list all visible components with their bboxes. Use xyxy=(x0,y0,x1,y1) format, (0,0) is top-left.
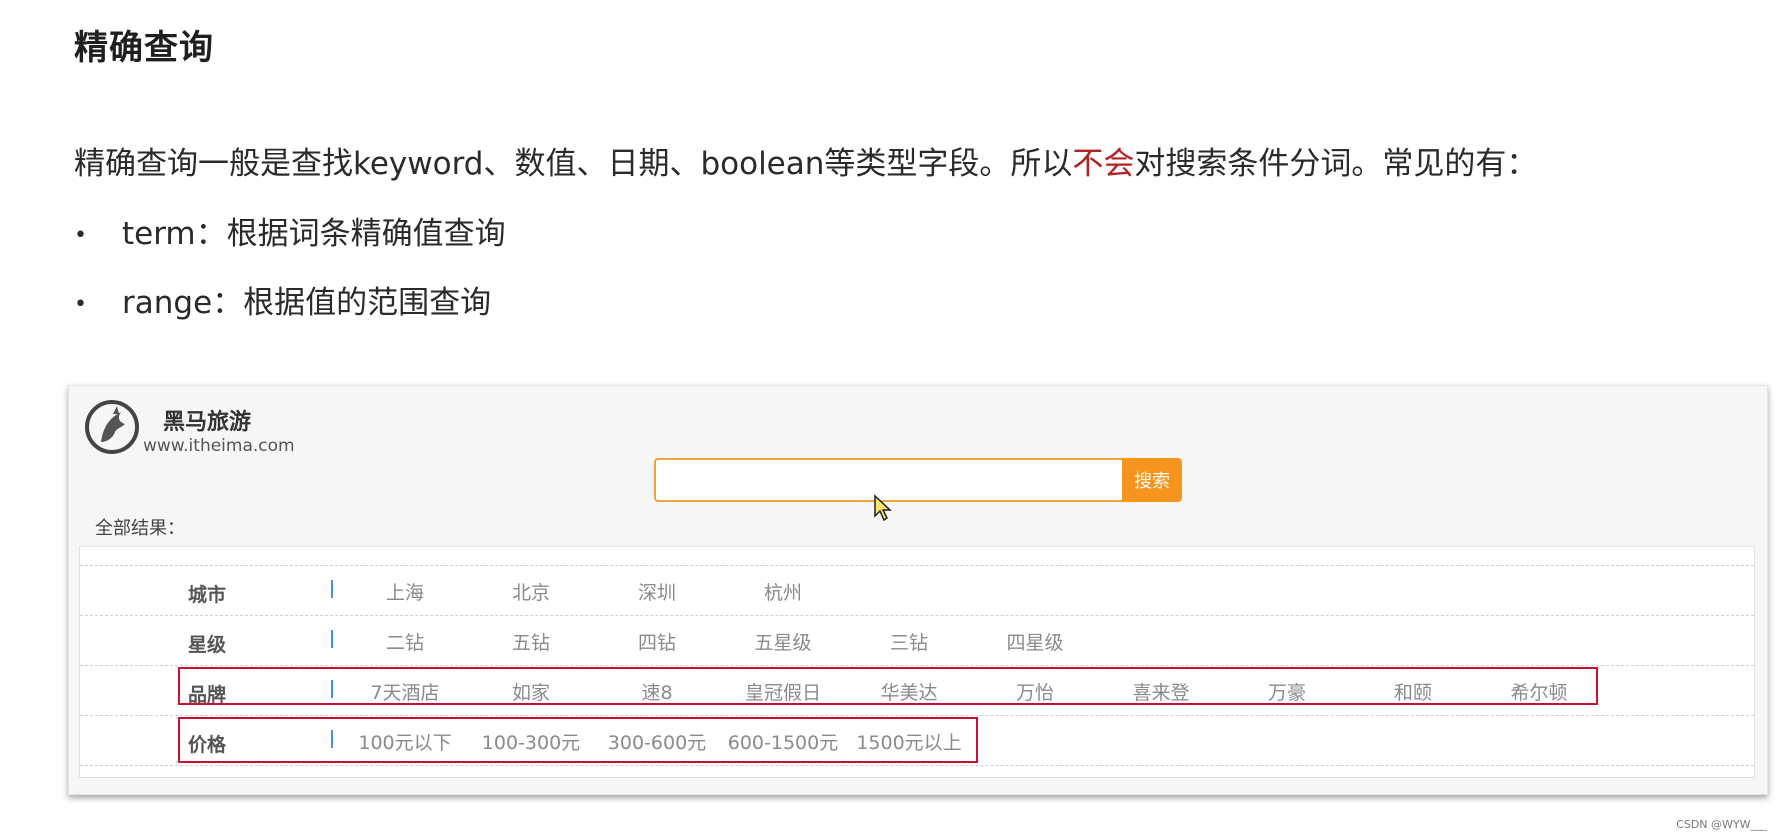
mouse-cursor-icon xyxy=(874,494,892,522)
filter-option[interactable]: 五钻 xyxy=(468,628,594,655)
filter-option[interactable]: 三钻 xyxy=(846,628,972,655)
filter-option[interactable]: 五星级 xyxy=(720,628,846,655)
filter-label: 城市 xyxy=(188,584,227,606)
filter-option[interactable]: 北京 xyxy=(468,578,594,605)
bullet-term: • term：根据词条精确值查询 xyxy=(74,208,506,253)
intro-paragraph: 精确查询一般是查找keyword、数值、日期、boolean等类型字段。所以不会… xyxy=(74,138,1537,183)
filter-option[interactable]: 上海 xyxy=(342,578,468,605)
brand-highlight-box xyxy=(178,667,1598,705)
filter-separator xyxy=(331,580,333,598)
filter-option[interactable]: 二钻 xyxy=(342,628,468,655)
filter-option[interactable]: 深圳 xyxy=(594,578,720,605)
filter-label: 星级 xyxy=(188,634,227,656)
filter-row-city: 城市 上海 北京 深圳 杭州 xyxy=(80,565,1754,615)
filter-bottom-divider xyxy=(80,765,1754,766)
bullet-range: • range：根据值的范围查询 xyxy=(74,277,491,322)
intro-text-after: 对搜索条件分词。常见的有： xyxy=(1134,146,1538,182)
price-highlight-box xyxy=(178,717,978,763)
filter-panel: 城市 上海 北京 深圳 杭州 星级 二钻 五钻 四钻 五星级 三钻 四星级 品牌 xyxy=(79,546,1755,778)
filter-option[interactable]: 四钻 xyxy=(594,628,720,655)
bullet-range-desc: 根据值的范围查询 xyxy=(243,285,492,321)
csdn-watermark: CSDN @WYW___ xyxy=(1676,818,1767,831)
filter-separator xyxy=(331,630,333,648)
filter-option[interactable]: 四星级 xyxy=(972,628,1098,655)
bullet-dot-icon: • xyxy=(74,223,87,248)
search-button[interactable]: 搜索 xyxy=(1122,458,1182,502)
brand-url: www.itheima.com xyxy=(143,436,295,456)
bullet-dot-icon: • xyxy=(74,292,87,317)
hotel-search-screenshot: 黑马旅游 www.itheima.com 搜索 全部结果： 城市 上海 北京 深… xyxy=(68,385,1768,795)
bullet-range-name: range： xyxy=(122,285,244,321)
bullet-term-desc: 根据词条精确值查询 xyxy=(226,216,506,252)
filter-row-star: 星级 二钻 五钻 四钻 五星级 三钻 四星级 xyxy=(80,615,1754,665)
bullet-term-name: term： xyxy=(122,216,227,252)
brand-name: 黑马旅游 xyxy=(163,410,252,435)
all-results-label: 全部结果： xyxy=(95,518,185,539)
page-title: 精确查询 xyxy=(74,28,214,68)
intro-text-before: 精确查询一般是查找keyword、数值、日期、boolean等类型字段。所以 xyxy=(74,146,1073,182)
horse-logo-icon xyxy=(85,400,139,454)
filter-option[interactable]: 杭州 xyxy=(720,578,846,605)
intro-highlight: 不会 xyxy=(1072,146,1135,182)
